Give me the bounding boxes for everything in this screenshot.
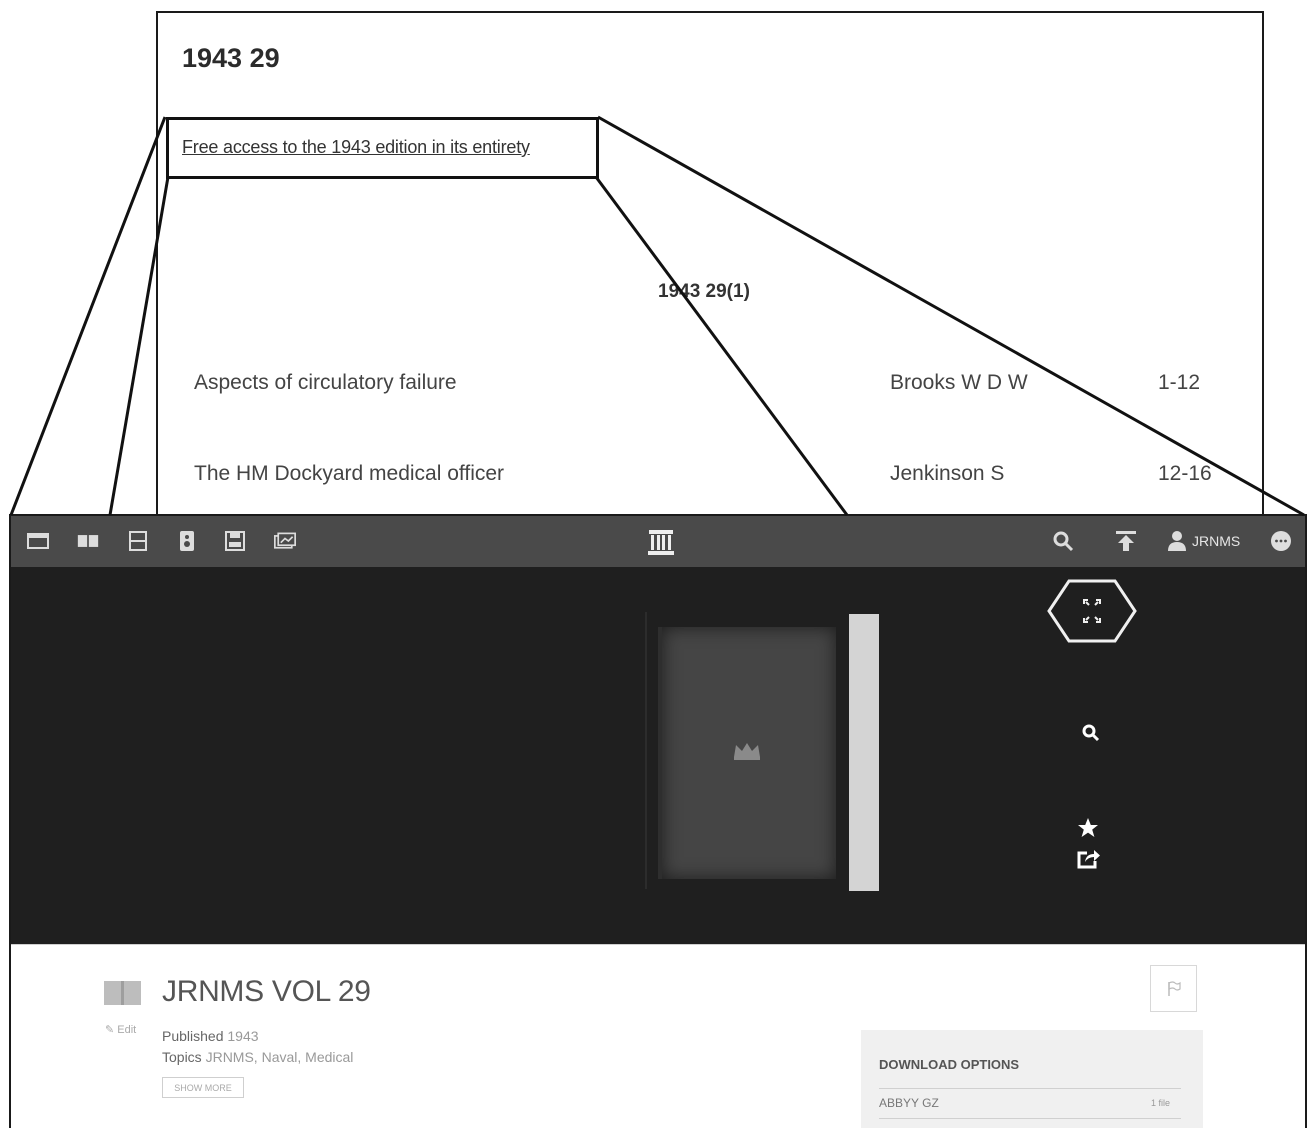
pencil-icon: ✎: [105, 1024, 115, 1036]
share-icon[interactable]: [1077, 847, 1101, 869]
download-format-name[interactable]: ABBYY GZ: [879, 1096, 939, 1110]
flag-icon: [1167, 980, 1181, 996]
crown-emblem-icon: [734, 743, 760, 760]
divider: [879, 1088, 1181, 1089]
article-title: The HM Dockyard medical officer: [194, 462, 505, 485]
free-access-highlight: Free access to the 1943 edition in its e…: [166, 117, 599, 179]
article-title: Aspects of circulatory failure: [194, 371, 457, 394]
download-options-title: DOWNLOAD OPTIONS: [879, 1057, 1020, 1072]
top-toolbar: JRNMS: [11, 516, 1305, 567]
archive-viewer-screenshot: JRNMS JRNMS VOL 29 ✎ Edit Published 1943…: [9, 514, 1307, 1128]
topics-label: Topics: [162, 1049, 202, 1065]
flag-button[interactable]: [1150, 965, 1197, 1012]
article-pages: 1-12: [1158, 371, 1201, 394]
speaker-icon[interactable]: [176, 530, 198, 552]
book-viewer: [11, 567, 1305, 944]
topics-value[interactable]: JRNMS, Naval, Medical: [206, 1049, 354, 1065]
user-icon[interactable]: [1166, 530, 1188, 552]
user-name[interactable]: JRNMS: [1192, 533, 1240, 549]
book-cover[interactable]: [658, 627, 836, 879]
search-icon[interactable]: [1052, 530, 1074, 552]
item-details: JRNMS VOL 29 ✎ Edit Published 1943 Topic…: [11, 944, 1305, 1128]
article-author: Brooks W D W: [890, 371, 1028, 394]
divider: [879, 1118, 1181, 1119]
fullscreen-icon[interactable]: [1047, 579, 1137, 643]
published-value[interactable]: 1943: [227, 1028, 258, 1044]
free-access-link[interactable]: Free access to the 1943 edition in its e…: [182, 137, 530, 158]
published-label: Published: [162, 1028, 224, 1044]
more-icon[interactable]: [1270, 530, 1292, 552]
viewer-divider: [645, 612, 647, 889]
save-icon[interactable]: [224, 530, 246, 552]
two-page-icon[interactable]: [77, 530, 99, 552]
image-gallery-icon[interactable]: [274, 530, 296, 552]
item-title: JRNMS VOL 29: [162, 975, 371, 1008]
edit-link[interactable]: ✎ Edit: [105, 1023, 136, 1036]
download-options-panel: DOWNLOAD OPTIONS ABBYY GZ 1 file: [861, 1030, 1203, 1128]
download-file-count: 1 file: [1151, 1098, 1171, 1108]
single-page-icon[interactable]: [27, 530, 49, 552]
topics-line: Topics JRNMS, Naval, Medical: [162, 1049, 353, 1065]
zoom-icon[interactable]: [1081, 723, 1101, 743]
article-author: Jenkinson S: [890, 462, 1005, 485]
page-edge: [849, 614, 879, 891]
edit-label: Edit: [117, 1024, 137, 1036]
document-panel: 1943 29 Free access to the 1943 edition …: [156, 11, 1264, 521]
archive-building-icon[interactable]: [647, 528, 675, 556]
texts-book-icon: [103, 978, 143, 1013]
article-pages: 12-16: [1158, 462, 1212, 485]
published-line: Published 1943: [162, 1028, 259, 1044]
issue-heading: 1943 29(1): [658, 281, 750, 302]
show-more-button[interactable]: SHOW MORE: [162, 1077, 244, 1098]
favorite-star-icon[interactable]: [1077, 817, 1099, 839]
upload-icon[interactable]: [1115, 530, 1137, 552]
vertical-scroll-icon[interactable]: [127, 530, 149, 552]
document-title: 1943 29: [182, 43, 280, 73]
